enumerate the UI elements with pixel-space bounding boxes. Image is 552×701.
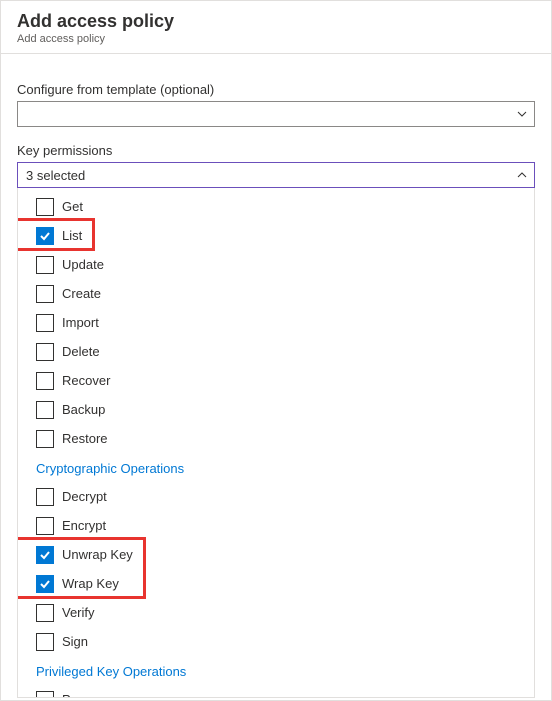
option-label: Create bbox=[62, 286, 101, 301]
checkbox[interactable] bbox=[36, 633, 54, 651]
dropdown-option[interactable]: Verify bbox=[18, 598, 534, 627]
dropdown-option[interactable]: Encrypt bbox=[18, 511, 534, 540]
dropdown-option[interactable]: Delete bbox=[18, 337, 534, 366]
dropdown-section-header: Cryptographic Operations bbox=[18, 453, 534, 482]
option-label: Purge bbox=[62, 692, 97, 697]
checkbox[interactable] bbox=[36, 691, 54, 698]
dropdown-option[interactable]: Update bbox=[18, 250, 534, 279]
checkbox[interactable] bbox=[36, 256, 54, 274]
key-permissions-dropdown: Get List Update Create Import Delete Recover Ba… bbox=[17, 188, 535, 698]
checkbox[interactable] bbox=[36, 343, 54, 361]
option-label: Sign bbox=[62, 634, 88, 649]
key-permissions-label: Key permissions bbox=[17, 143, 535, 158]
option-label: Decrypt bbox=[62, 489, 107, 504]
template-label: Configure from template (optional) bbox=[17, 82, 535, 97]
option-label: Recover bbox=[62, 373, 110, 388]
dropdown-section-header: Privileged Key Operations bbox=[18, 656, 534, 685]
checkbox[interactable] bbox=[36, 314, 54, 332]
checkbox[interactable] bbox=[36, 198, 54, 216]
checkbox[interactable] bbox=[36, 430, 54, 448]
option-label: Backup bbox=[62, 402, 105, 417]
checkbox[interactable] bbox=[36, 372, 54, 390]
dropdown-option[interactable]: List bbox=[18, 221, 534, 250]
option-label: Verify bbox=[62, 605, 95, 620]
option-label: Update bbox=[62, 257, 104, 272]
dropdown-option[interactable]: Get bbox=[18, 192, 534, 221]
key-permissions-select[interactable]: 3 selected bbox=[17, 162, 535, 188]
dropdown-scroll-area[interactable]: Get List Update Create Import Delete Recover Ba… bbox=[18, 188, 534, 697]
chevron-down-icon bbox=[516, 108, 528, 120]
checkbox[interactable] bbox=[36, 604, 54, 622]
dropdown-option[interactable]: Sign bbox=[18, 627, 534, 656]
option-label: Get bbox=[62, 199, 83, 214]
page-title: Add access policy bbox=[17, 11, 535, 32]
option-label: Import bbox=[62, 315, 99, 330]
checkbox[interactable] bbox=[36, 227, 54, 245]
template-select[interactable] bbox=[17, 101, 535, 127]
dropdown-option[interactable]: Decrypt bbox=[18, 482, 534, 511]
option-label: Unwrap Key bbox=[62, 547, 133, 562]
page-subtitle: Add access policy bbox=[17, 33, 535, 45]
option-label: Wrap Key bbox=[62, 576, 119, 591]
dropdown-option[interactable]: Import bbox=[18, 308, 534, 337]
key-permissions-summary: 3 selected bbox=[26, 168, 85, 183]
checkbox[interactable] bbox=[36, 575, 54, 593]
dropdown-option[interactable]: Create bbox=[18, 279, 534, 308]
checkbox[interactable] bbox=[36, 401, 54, 419]
option-label: Delete bbox=[62, 344, 100, 359]
dropdown-option[interactable]: Backup bbox=[18, 395, 534, 424]
option-label: List bbox=[62, 228, 82, 243]
dropdown-option[interactable]: Recover bbox=[18, 366, 534, 395]
checkbox[interactable] bbox=[36, 285, 54, 303]
checkbox[interactable] bbox=[36, 488, 54, 506]
checkbox[interactable] bbox=[36, 546, 54, 564]
checkbox[interactable] bbox=[36, 517, 54, 535]
dropdown-option[interactable]: Purge bbox=[18, 685, 534, 697]
content-area: Configure from template (optional) Key p… bbox=[1, 54, 551, 698]
dropdown-option[interactable]: Unwrap Key bbox=[18, 540, 534, 569]
dropdown-option[interactable]: Wrap Key bbox=[18, 569, 534, 598]
option-label: Restore bbox=[62, 431, 108, 446]
dropdown-option[interactable]: Restore bbox=[18, 424, 534, 453]
page-header: Add access policy Add access policy bbox=[1, 1, 551, 54]
chevron-up-icon bbox=[516, 169, 528, 181]
option-label: Encrypt bbox=[62, 518, 106, 533]
